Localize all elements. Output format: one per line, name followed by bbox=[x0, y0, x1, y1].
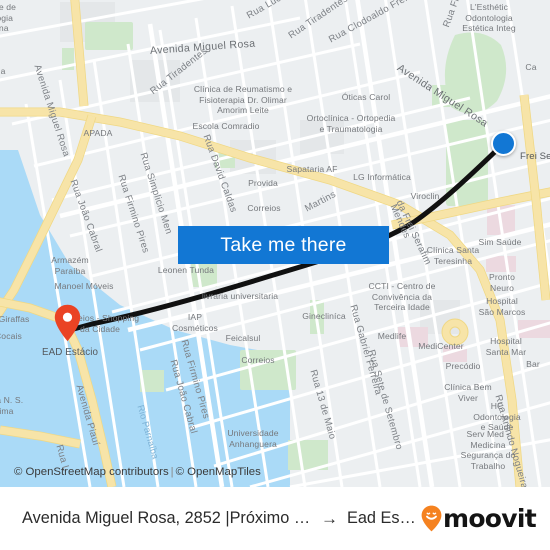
attribution-osm[interactable]: © OpenStreetMap contributors bbox=[14, 466, 169, 478]
attribution-tiles[interactable]: © OpenMapTiles bbox=[176, 466, 261, 478]
poi-name-label: aculdade de Tecnologia Teresina bbox=[0, 2, 16, 33]
poi-name-label: MediCenter bbox=[418, 341, 464, 351]
poi-name-label: Leonen Tunda bbox=[157, 265, 215, 275]
poi-name-label: oricultura N. S. de Fátima bbox=[0, 395, 24, 416]
poi-name-label: Hospital São Marcos bbox=[478, 296, 526, 317]
trip-footer-inner: Avenida Miguel Rosa, 2852 |Próximo À E… … bbox=[0, 504, 550, 533]
poi-name-label: Ortoclínica - Ortopedia e Traumatologia bbox=[306, 113, 396, 134]
poi-name-label: Provida bbox=[248, 178, 278, 188]
poi-name-label: LG Informática bbox=[353, 172, 411, 182]
poi-name-label: Clínica Santa Teresinha bbox=[426, 245, 480, 266]
destination-marker-label: EAD Estácio bbox=[42, 347, 99, 358]
origin-dot-icon[interactable] bbox=[491, 131, 516, 156]
trip-origin-label[interactable]: Avenida Miguel Rosa, 2852 |Próximo À E… bbox=[22, 509, 312, 528]
poi-name-label: Correios bbox=[247, 203, 281, 213]
poi-name-label: Feicalsul bbox=[225, 333, 261, 343]
map-attribution: © OpenStreetMap contributors | © OpenMapTi… bbox=[14, 466, 261, 478]
take-me-there-button[interactable]: Take me there bbox=[178, 226, 389, 264]
moovit-wordmark: moovit bbox=[442, 504, 537, 533]
poi-name-label: Manoel Móveis bbox=[54, 281, 114, 291]
poi-name-label: IAP Cosméticos bbox=[172, 312, 218, 333]
poi-name-label: Sapataria AF bbox=[286, 164, 338, 174]
poi-name-label: Medlife bbox=[377, 331, 407, 341]
poi-name-label: Armazém Paraíba bbox=[51, 255, 89, 276]
poi-name-label: livraria universitaria bbox=[201, 291, 279, 301]
poi-name-label: Precódio bbox=[445, 361, 481, 371]
poi-name-label: HC Odontologia e Saúde bbox=[473, 401, 521, 432]
moovit-logo[interactable]: moovit bbox=[421, 504, 537, 533]
map-canvas[interactable]: Avenida Miguel Rosa Avenida Miguel Rosa Av… bbox=[0, 0, 550, 487]
poi-name-label: Giraffas bbox=[0, 314, 30, 324]
poi-name-label: opping Cocais bbox=[0, 331, 22, 341]
poi-name-label: L'Esthétic Odontologia Estética Integ bbox=[462, 2, 516, 33]
poi-name-label: Ca bbox=[525, 62, 537, 72]
trip-footer-bar: Avenida Miguel Rosa, 2852 |Próximo À E… … bbox=[0, 487, 550, 550]
poi-name-label: Universidade Anhanguera bbox=[227, 428, 279, 449]
poi-name-label: Pronto Neuro bbox=[489, 272, 515, 293]
poi-name-label: Serv Med - Medicina Segurança do Trabalh… bbox=[460, 429, 516, 471]
moovit-pin-icon bbox=[421, 505, 442, 532]
destination-pin-icon[interactable] bbox=[54, 304, 81, 342]
poi-name-label: Clínica Bem Viver bbox=[444, 382, 492, 403]
poi-name-label: Escola Comradio bbox=[192, 121, 260, 131]
poi-name-label: CCTI - Centro de Convivência da Terceira… bbox=[368, 281, 436, 312]
poi-name-label: Hospital Santa Mar bbox=[485, 336, 527, 357]
poi-name-label: Ginecliníca bbox=[302, 311, 346, 321]
poi-name-label: Sim Saúde bbox=[478, 237, 522, 247]
poi-name-label: Viroclin bbox=[410, 191, 440, 201]
poi-name-label: Correios bbox=[241, 355, 275, 365]
poi-name-label: Óticas Carol bbox=[341, 92, 391, 102]
poi-name-label: APADA bbox=[83, 128, 113, 138]
origin-marker-label: Frei Serafim bbox=[520, 151, 550, 162]
poi-name-label: Bar bbox=[526, 359, 540, 369]
arrow-right-icon: → bbox=[321, 509, 338, 528]
trip-destination-label[interactable]: Ead Es… bbox=[347, 509, 416, 528]
moovit-trip-map-screen: Avenida Miguel Rosa Avenida Miguel Rosa Av… bbox=[0, 0, 550, 550]
poi-name-label: Clínica de Reumatismo e Fisioterapia Dr.… bbox=[193, 84, 293, 115]
poi-name-label: tinha bbox=[0, 66, 6, 76]
attribution-separator: | bbox=[170, 466, 174, 478]
